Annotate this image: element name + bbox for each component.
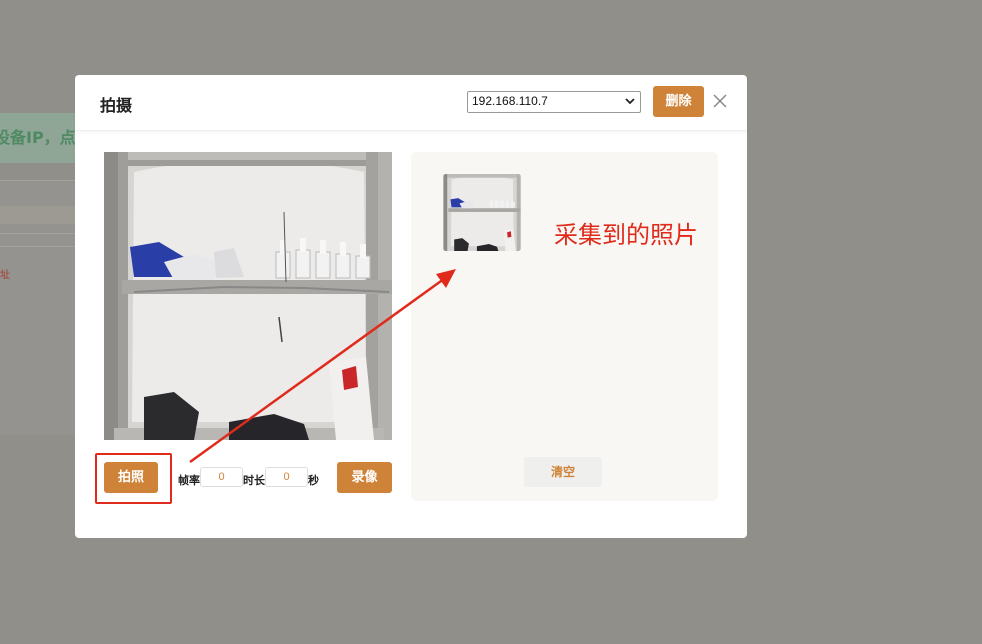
background-red-text: 址 bbox=[0, 270, 10, 281]
captured-photo-image bbox=[443, 174, 521, 251]
captured-photo-thumbnail[interactable] bbox=[443, 174, 521, 251]
chevron-down-icon bbox=[625, 98, 635, 105]
annotation-label: 采集到的照片 bbox=[554, 221, 698, 249]
delete-button[interactable]: 删除 bbox=[653, 86, 704, 117]
capture-dialog: 拍摄 192.168.110.7 删除 拍照 帧率 0 时长 0 秒 录像 清空 bbox=[75, 75, 747, 538]
frame-rate-label: 帧率 bbox=[178, 474, 200, 487]
background-band bbox=[0, 206, 75, 224]
close-icon[interactable] bbox=[713, 94, 727, 108]
record-button[interactable]: 录像 bbox=[337, 462, 392, 493]
device-ip-value: 192.168.110.7 bbox=[472, 94, 548, 108]
annotation-highlight-box bbox=[95, 453, 172, 504]
dialog-title: 拍摄 bbox=[100, 96, 133, 115]
duration-input[interactable]: 0 bbox=[265, 467, 308, 487]
background-divider bbox=[0, 233, 75, 234]
dialog-header: 拍摄 192.168.110.7 删除 bbox=[75, 75, 747, 131]
duration-label: 时长 bbox=[243, 474, 265, 487]
frame-rate-input[interactable]: 0 bbox=[200, 467, 243, 487]
background-banner: 设备IP，点 bbox=[0, 113, 75, 163]
device-ip-select[interactable]: 192.168.110.7 bbox=[467, 91, 641, 113]
camera-preview-image bbox=[104, 152, 392, 440]
clear-button[interactable]: 清空 bbox=[524, 457, 602, 487]
captured-photos-panel: 清空 bbox=[411, 152, 718, 501]
background-divider bbox=[0, 180, 75, 181]
camera-preview bbox=[104, 152, 392, 440]
background-divider bbox=[0, 246, 75, 247]
seconds-label: 秒 bbox=[308, 474, 319, 487]
